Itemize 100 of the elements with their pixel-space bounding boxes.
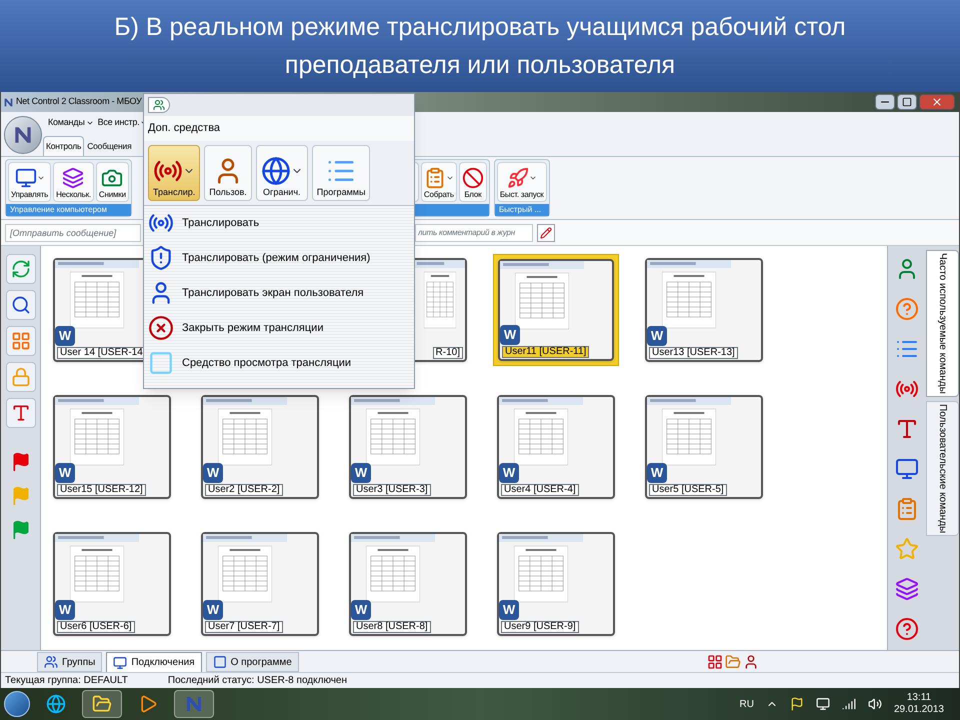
close-button[interactable] [919,94,955,110]
computer-label: User4 [USER-4] [501,484,579,496]
tool-button[interactable]: Огранич. [256,144,308,200]
caret-icon [86,119,94,127]
maximize-button[interactable] [897,94,917,110]
monitor-icon[interactable] [895,457,919,481]
monitor-icon [14,167,37,189]
computer-label: User11 [USER-11] [502,346,590,358]
tool-button[interactable] [6,254,36,284]
tool-button[interactable]: Транслир. [148,144,200,200]
group-label: Быстрый ... [494,204,549,216]
slide-title: Б) В реальном режиме транслировать учащимся рабочий стол преподавателя или пользователя [113,12,847,81]
menu-item[interactable]: Команды [48,116,94,130]
tool-button[interactable] [6,326,36,356]
tool-button[interactable]: Программы [312,144,370,200]
window-icon [148,350,174,376]
grid-icon [10,331,30,351]
dropdown-menu-item[interactable]: Средство просмотра трансляции [144,346,414,380]
status-text: Текущая группа: DEFAULT [5,674,128,688]
caret-icon [36,174,45,182]
ribbon-button[interactable]: Собрать [420,162,457,202]
app-icon [212,655,227,669]
word-badge: W [499,463,519,483]
letters-icon[interactable] [895,417,919,441]
volume-icon[interactable] [868,697,882,711]
side-tab[interactable]: Часто используемые команды [926,250,959,397]
ribbon-tab[interactable]: Контроль [43,136,84,156]
help-icon[interactable] [895,617,919,641]
word-badge: W [203,600,223,620]
ribbon-tab[interactable]: Сообщения [85,136,134,156]
comment-button[interactable] [537,224,555,242]
minimize-button[interactable] [875,94,895,110]
bottom-tab[interactable]: Подключения [106,652,202,672]
text-tool-icon [10,403,30,423]
language-indicator[interactable]: RU [739,696,754,712]
word-badge: W [203,463,223,483]
taskbar-button[interactable] [82,690,122,718]
word-badge: W [647,463,667,483]
monitor-icon [113,656,128,670]
ribbon-button[interactable]: Блок [458,162,487,202]
tool-button[interactable] [6,290,36,320]
maximize-icon [902,97,912,107]
bottom-tab[interactable]: О программе [206,652,299,672]
ribbon-button[interactable]: Управлять [8,162,52,202]
dropdown-menu-item[interactable]: Транслировать экран пользователя [144,276,414,310]
computer-label: User5 [USER-5] [649,484,727,496]
lock-icon [10,367,30,387]
taskbar-button[interactable] [174,690,214,718]
word-badge: W [55,463,75,483]
search-icon [10,295,30,315]
network-icon[interactable] [816,697,830,711]
recycle-icon [10,259,30,279]
folder-icon[interactable] [725,654,741,670]
tool-button[interactable]: Пользов. [204,144,252,200]
dropdown-menu-item[interactable]: Закрыть режим трансляции [144,310,414,346]
ribbon-button[interactable]: Нескольк. [53,162,94,202]
camera-icon [101,167,124,189]
pencil-icon [540,226,552,238]
close-icon [931,96,943,108]
user-icon[interactable] [743,654,759,670]
folder-icon [92,694,112,714]
block-icon [462,167,484,189]
clock-date[interactable]: 29.01.2013 [894,704,944,716]
word-badge: W [351,600,371,620]
side-tab[interactable]: Пользовательские команды [926,400,959,536]
star-icon[interactable] [895,537,919,561]
windows-icon[interactable] [895,577,919,601]
users-icon [44,655,58,669]
back-button[interactable] [148,97,170,113]
dropdown-menu-item[interactable]: Транслировать (режим ограничения) [144,240,414,276]
users-icon [153,99,165,111]
computer-label: User13 [USER-13] [649,347,738,359]
computer-label: User 14 [USER-14 [57,347,146,359]
grid-view-icon[interactable] [707,654,723,670]
close-circle-icon [148,315,174,341]
caret-icon [528,174,537,182]
popup-title: Доп. средства [144,116,414,140]
clock-time[interactable]: 13:11 [906,692,932,704]
signal-icon[interactable] [842,697,856,711]
app-logo-icon [3,96,14,108]
clipboard-icon[interactable] [895,497,919,521]
computer-label: User2 [USER-2] [205,484,283,496]
browser-icon[interactable] [46,694,66,714]
computer-label: User9 [USER-9] [501,621,579,633]
bottom-tab[interactable]: Группы [37,652,102,672]
word-badge: W [499,600,519,620]
flag-icon[interactable] [790,697,804,711]
ribbon-button[interactable]: Быст. запуск [496,162,547,202]
start-button[interactable] [4,691,30,717]
computer-label: User7 [USER-7] [205,621,283,633]
tool-button[interactable] [6,398,36,428]
computer-label: User8 [USER-8] [353,621,431,633]
dropdown-menu-item[interactable]: Транслировать [144,206,414,240]
ribbon-button[interactable]: Снимки [96,162,129,202]
message-field[interactable]: [Отправить сообщение] [5,224,141,242]
caret-icon [446,174,454,182]
computer-thumbnail[interactable]: W User11 [USER-11] [493,254,619,366]
windows-icon [62,167,84,189]
app-logo-icon [184,694,204,714]
word-badge: W [647,326,667,346]
